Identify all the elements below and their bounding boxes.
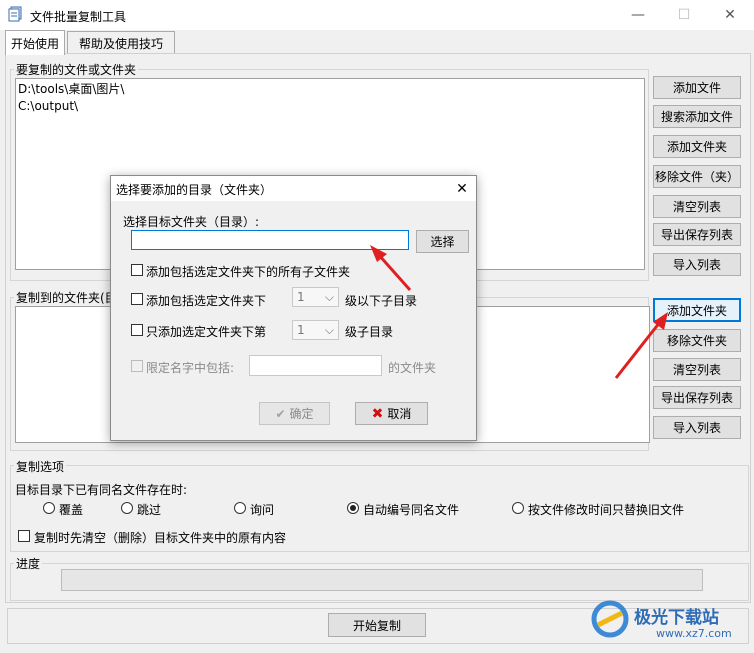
arrow-icon [614,312,668,379]
arrow-icon [370,245,412,291]
annotation-arrows [370,245,668,379]
